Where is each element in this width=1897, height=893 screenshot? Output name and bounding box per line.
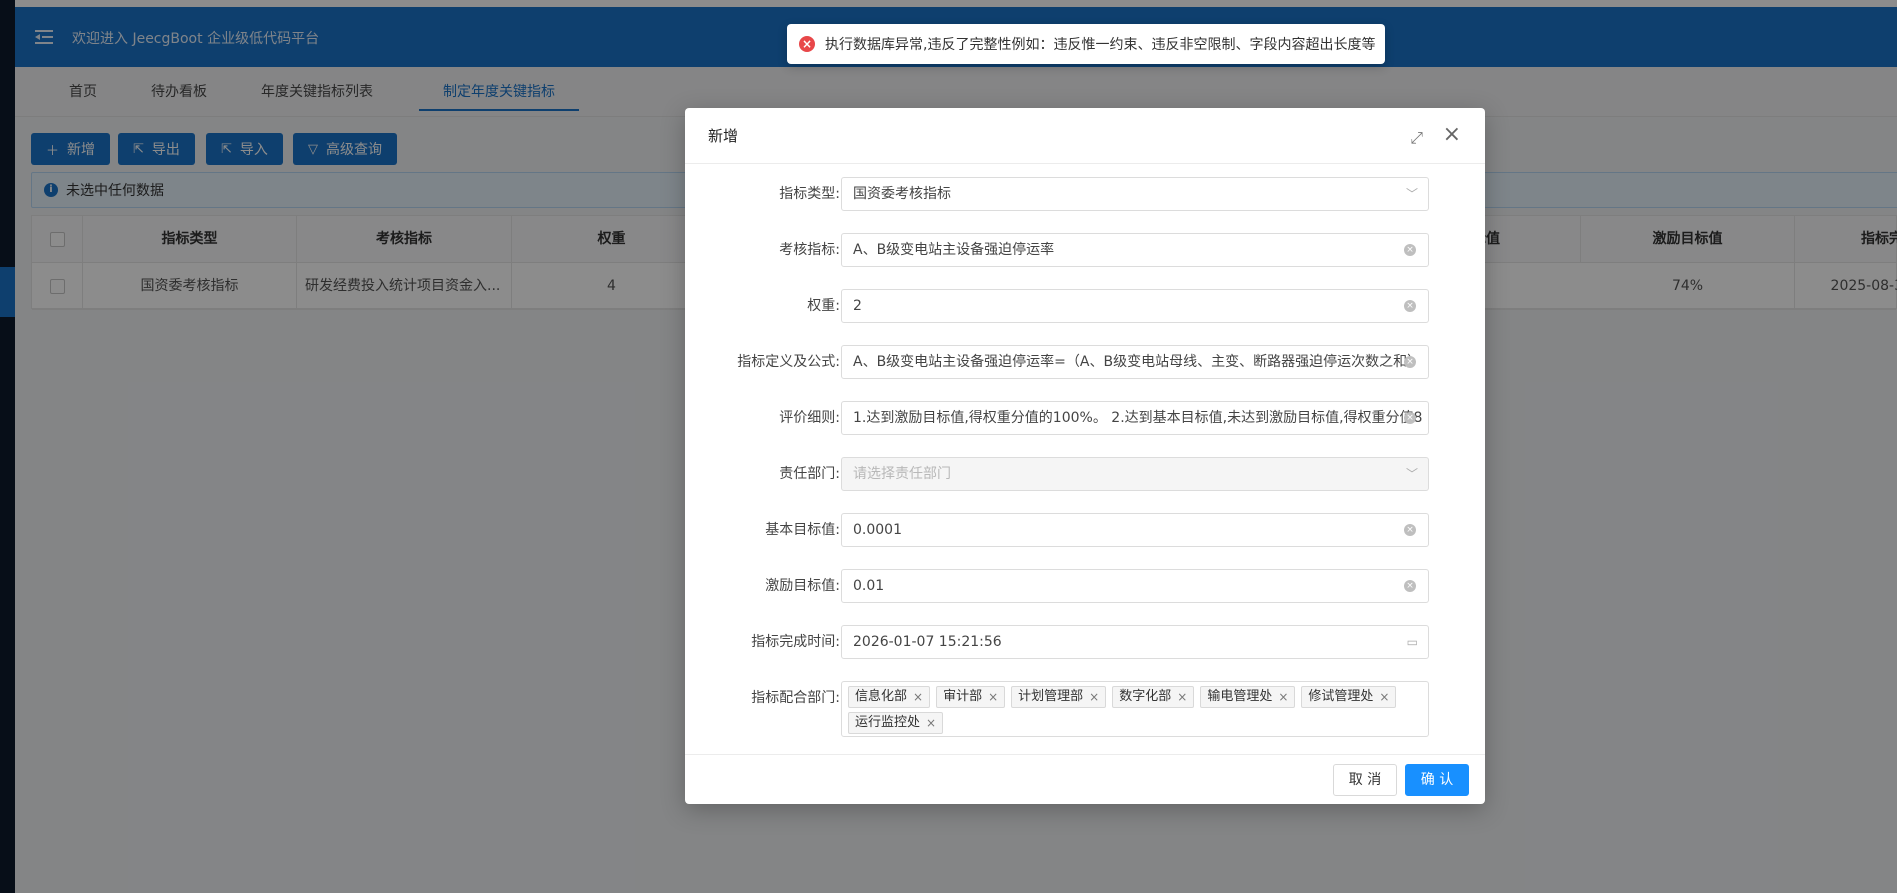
chevron-down-icon: ﹀ bbox=[1405, 187, 1418, 201]
error-icon: × bbox=[799, 36, 815, 52]
form-row-formula: 指标定义及公式: A、B级变电站主设备强迫停运率=（A、B级变电站母线、主变、断… bbox=[685, 345, 1485, 379]
indicator-type-select[interactable]: 国资委考核指标 ﹀ bbox=[841, 177, 1429, 211]
indicator-input[interactable]: A、B级变电站主设备强迫停运率 × bbox=[841, 233, 1429, 267]
dept-tag: 修试管理处 × bbox=[1301, 686, 1397, 708]
add-modal: 新增 ⤢ × 指标类型: 国资委考核指标 ﹀ 考核指标: A、B级变电站主设备强… bbox=[685, 108, 1485, 804]
close-icon[interactable]: × bbox=[988, 687, 998, 707]
clear-icon[interactable]: × bbox=[1404, 244, 1416, 256]
close-icon[interactable]: × bbox=[1278, 687, 1288, 707]
dept-tag: 计划管理部 × bbox=[1011, 686, 1107, 708]
form-row-basic-target: 基本目标值: 0.0001 × bbox=[685, 513, 1485, 547]
completion-time-picker[interactable]: 2026-01-07 15:21:56 ▭ bbox=[841, 625, 1429, 659]
close-icon[interactable]: × bbox=[1089, 687, 1099, 707]
clear-icon[interactable]: × bbox=[1404, 524, 1416, 536]
fullscreen-icon[interactable]: ⤢ bbox=[1410, 128, 1423, 148]
clear-icon[interactable]: × bbox=[1404, 300, 1416, 312]
form-row-completion-time: 指标完成时间: 2026-01-07 15:21:56 ▭ bbox=[685, 625, 1485, 659]
form-row-dept: 责任部门: 请选择责任部门 ﹀ bbox=[685, 457, 1485, 491]
weight-input[interactable]: 2 × bbox=[841, 289, 1429, 323]
clear-icon[interactable]: × bbox=[1404, 580, 1416, 592]
rules-input[interactable]: 1.达到激励目标值,得权重分值的100%。 2.达到基本目标值,未达到激励目标值… bbox=[841, 401, 1429, 435]
form-row-rules: 评价细则: 1.达到激励目标值,得权重分值的100%。 2.达到基本目标值,未达… bbox=[685, 401, 1485, 435]
modal-title: 新增 bbox=[708, 127, 739, 145]
close-icon[interactable]: × bbox=[926, 713, 936, 733]
toast-message: 执行数据库异常,违反了完整性例如：违反惟一约束、违反非空限制、字段内容超出长度等 bbox=[825, 37, 1376, 53]
basic-target-input[interactable]: 0.0001 × bbox=[841, 513, 1429, 547]
close-icon[interactable]: × bbox=[1379, 687, 1389, 707]
dept-tag: 输电管理处 × bbox=[1200, 686, 1296, 708]
confirm-button[interactable]: 确 认 bbox=[1405, 764, 1469, 796]
form-row-weight: 权重: 2 × bbox=[685, 289, 1485, 323]
form-row-indicator: 考核指标: A、B级变电站主设备强迫停运率 × bbox=[685, 233, 1485, 267]
dept-tag: 信息化部 × bbox=[848, 686, 931, 708]
modal-body: 指标类型: 国资委考核指标 ﹀ 考核指标: A、B级变电站主设备强迫停运率 × … bbox=[685, 164, 1485, 840]
incentive-target-input[interactable]: 0.01 × bbox=[841, 569, 1429, 603]
close-icon[interactable]: × bbox=[1177, 687, 1187, 707]
modal-header: 新增 ⤢ × bbox=[685, 108, 1485, 164]
dept-tag: 运行监控处 × bbox=[848, 712, 944, 734]
dept-tag: 数字化部 × bbox=[1112, 686, 1195, 708]
close-icon[interactable]: × bbox=[1443, 122, 1461, 147]
dept-tag: 审计部 × bbox=[936, 686, 1006, 708]
error-toast: × 执行数据库异常,违反了完整性例如：违反惟一约束、违反非空限制、字段内容超出长… bbox=[787, 24, 1385, 64]
formula-input[interactable]: A、B级变电站主设备强迫停运率=（A、B级变电站母线、主变、断路器强迫停运次数之… bbox=[841, 345, 1429, 379]
form-row-type: 指标类型: 国资委考核指标 ﹀ bbox=[685, 177, 1485, 211]
clear-icon[interactable]: × bbox=[1404, 356, 1416, 368]
close-icon[interactable]: × bbox=[913, 687, 923, 707]
coop-dept-multiselect[interactable]: 信息化部 × 审计部 × 计划管理部 × 数字化部 × 输电管理处 × 修试管理处 × 运行… bbox=[841, 681, 1429, 737]
form-row-incentive-target: 激励目标值: 0.01 × bbox=[685, 569, 1485, 603]
modal-footer: 取 消 确 认 bbox=[685, 754, 1485, 804]
calendar-icon: ▭ bbox=[1406, 635, 1418, 649]
form-row-coop-dept: 指标配合部门: 信息化部 × 审计部 × 计划管理部 × 数字化部 × 输电管理处 × 修… bbox=[685, 681, 1485, 737]
responsible-dept-select[interactable]: 请选择责任部门 ﹀ bbox=[841, 457, 1429, 491]
chevron-down-icon: ﹀ bbox=[1405, 467, 1418, 481]
cancel-button[interactable]: 取 消 bbox=[1333, 764, 1397, 796]
clear-icon[interactable]: × bbox=[1404, 412, 1416, 424]
